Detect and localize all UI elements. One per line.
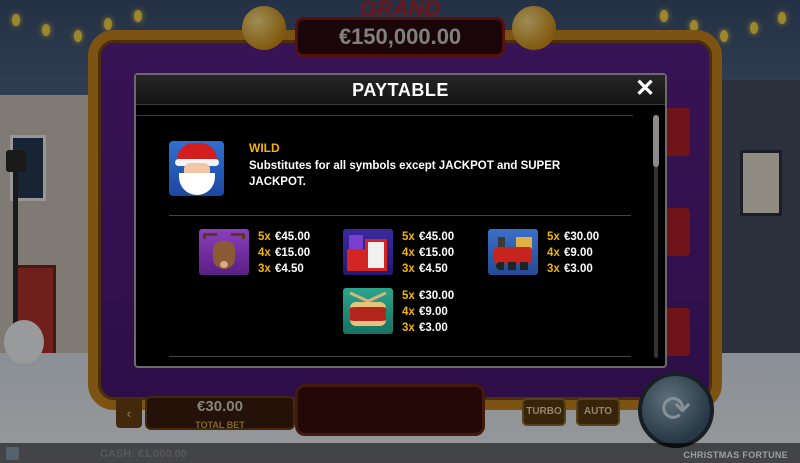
- pay-amount: €3.00: [419, 322, 448, 334]
- pay-amount: €3.00: [564, 263, 593, 275]
- pay-multiplier: 3x: [402, 263, 415, 275]
- pay-multiplier: 5x: [402, 290, 415, 302]
- pay-multiplier: 3x: [258, 263, 271, 275]
- pay-multiplier: 4x: [547, 247, 560, 259]
- pay-multiplier: 5x: [258, 231, 271, 243]
- paytable-modal: PAYTABLE ✕ WILD Substitutes for all symb…: [134, 73, 667, 368]
- pay-amount: €15.00: [275, 247, 311, 259]
- pay-multiplier: 3x: [547, 263, 560, 275]
- pay-amount: €30.00: [419, 290, 455, 302]
- pay-amount: €30.00: [564, 231, 600, 243]
- pay-amount: €45.00: [275, 231, 311, 243]
- wild-title: WILD: [249, 141, 280, 155]
- train-icon: [488, 229, 538, 275]
- pay-amount: €15.00: [419, 247, 455, 259]
- wild-description: Substitutes for all symbols except JACKP…: [249, 160, 561, 188]
- pay-multiplier: 4x: [402, 247, 415, 259]
- paytable-header: PAYTABLE ✕: [136, 75, 665, 105]
- santa-icon: [169, 141, 224, 196]
- pay-amount: €4.50: [419, 263, 448, 275]
- gifts-icon: [343, 229, 393, 275]
- pay-multiplier: 3x: [402, 322, 415, 334]
- paytable-symbol-train: 5x €30.00 4x €9.00 3x €3.00: [488, 229, 678, 283]
- divider: [169, 356, 631, 357]
- drum-icon: [343, 288, 393, 334]
- divider: [136, 115, 633, 116]
- paytable-body: WILD Substitutes for all symbols except …: [136, 115, 665, 366]
- pay-multiplier: 5x: [402, 231, 415, 243]
- scrollbar-thumb[interactable]: [653, 115, 659, 167]
- pay-amount: €9.00: [419, 306, 448, 318]
- divider: [169, 215, 631, 216]
- pay-amount: €4.50: [275, 263, 304, 275]
- pay-multiplier: 5x: [547, 231, 560, 243]
- reindeer-icon: [199, 229, 249, 275]
- paytable-title: PAYTABLE: [352, 80, 449, 100]
- pay-multiplier: 4x: [258, 247, 271, 259]
- pay-amount: €45.00: [419, 231, 455, 243]
- paytable-symbol-drum: 5x €30.00 4x €9.00 3x €3.00: [343, 288, 533, 342]
- pay-multiplier: 4x: [402, 306, 415, 318]
- pay-amount: €9.00: [564, 247, 593, 259]
- close-icon[interactable]: ✕: [635, 75, 655, 102]
- close-button[interactable]: ✕: [634, 77, 656, 101]
